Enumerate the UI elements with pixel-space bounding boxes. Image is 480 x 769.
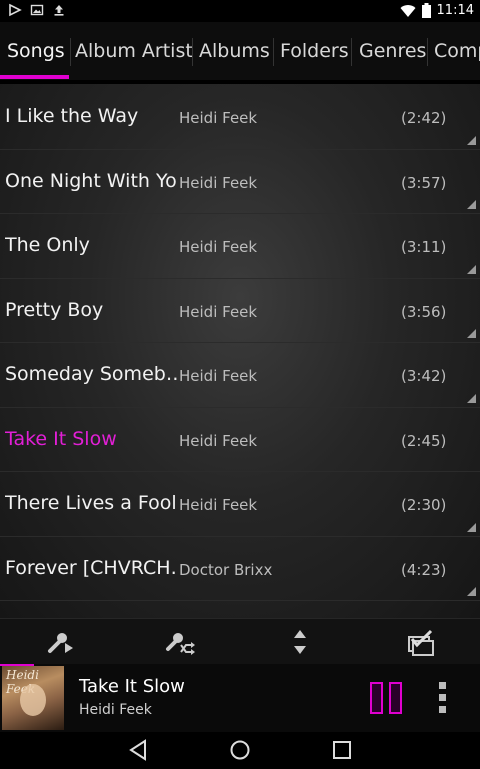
song-row-now-playing[interactable]: Take It Slow Heidi Feek (2:45) (0, 408, 480, 472)
clock: 11:14 (436, 3, 474, 18)
album-art[interactable]: Heidi Feek (2, 666, 64, 730)
song-duration: (3:11) (401, 238, 447, 256)
song-artist: Heidi Feek (179, 367, 258, 385)
song-title: Forever [CHVRCH… (5, 556, 177, 579)
song-row[interactable]: The Only Heidi Feek (3:11) (0, 214, 480, 279)
song-artist: Heidi Feek (179, 496, 258, 514)
song-title: I Like the Way (5, 105, 139, 127)
image-icon (30, 4, 44, 16)
battery-icon (421, 3, 431, 18)
home-icon[interactable] (228, 738, 252, 762)
library-tabs: Songs Album Artist Albums Folders Genres… (0, 22, 480, 80)
tab-album-artist[interactable]: Album Artist (69, 22, 199, 80)
overflow-dot-icon (439, 694, 446, 701)
status-bar: 11:14 (0, 0, 480, 22)
select-all-icon[interactable] (404, 627, 436, 657)
song-title: Take It Slow (5, 427, 117, 450)
tab-composers[interactable]: Comp (428, 22, 480, 80)
row-menu-corner-icon[interactable] (467, 135, 476, 145)
song-row[interactable]: There Lives a Fool Heidi Feek (2:30) (0, 472, 480, 537)
playback-progress (0, 664, 34, 666)
song-artist: Heidi Feek (179, 431, 258, 450)
overflow-menu-button[interactable] (436, 680, 450, 716)
row-menu-corner-icon[interactable] (467, 393, 476, 403)
row-menu-corner-icon[interactable] (467, 522, 476, 532)
row-menu-corner-icon[interactable] (467, 264, 476, 274)
now-playing-artist: Heidi Feek (79, 702, 152, 718)
song-duration: (2:45) (401, 431, 447, 450)
row-menu-corner-icon[interactable] (467, 200, 476, 209)
song-title: Pretty Boy (5, 298, 104, 321)
song-row[interactable]: Someday Someb… Heidi Feek (3:42) (0, 343, 480, 408)
overflow-dot-icon (439, 706, 446, 713)
pause-icon (370, 682, 383, 714)
tab-divider (351, 38, 352, 66)
song-row[interactable]: I Like the Way Heidi Feek (2:42) (0, 85, 480, 150)
now-playing-bar[interactable]: Heidi Feek Take It Slow Heidi Feek (0, 664, 480, 732)
upload-icon (54, 5, 64, 16)
song-title: Someday Someb… (5, 363, 177, 385)
now-playing-title: Take It Slow (79, 676, 185, 697)
song-title: One Night With You (5, 169, 177, 192)
song-artist: Heidi Feek (179, 173, 258, 192)
pause-button[interactable] (370, 682, 404, 714)
tab-folders[interactable]: Folders (274, 22, 355, 80)
row-menu-corner-icon[interactable] (467, 587, 476, 596)
song-duration: (3:57) (401, 173, 447, 192)
overflow-dot-icon (439, 682, 446, 689)
song-duration: (2:30) (401, 496, 447, 514)
song-row[interactable]: Forever [CHVRCH… Doctor Brixx (4:23) (0, 537, 480, 601)
play-artist-icon[interactable] (44, 627, 76, 657)
back-icon[interactable] (126, 738, 150, 762)
system-nav-bar (0, 732, 480, 769)
song-artist: Heidi Feek (179, 109, 258, 127)
shuffle-artist-icon[interactable] (164, 627, 196, 657)
tab-songs[interactable]: Songs (1, 22, 71, 80)
active-tab-indicator (0, 75, 69, 79)
sort-icon[interactable] (284, 627, 316, 657)
tab-albums[interactable]: Albums (193, 22, 276, 80)
song-row[interactable]: One Night With You Heidi Feek (3:57) (0, 150, 480, 214)
song-row[interactable]: Pretty Boy Heidi Feek (3:56) (0, 279, 480, 343)
song-duration: (3:42) (401, 367, 447, 385)
list-toolbar (0, 618, 480, 664)
tab-genres[interactable]: Genres (353, 22, 432, 80)
wifi-icon (400, 4, 416, 17)
song-artist: Heidi Feek (179, 238, 258, 256)
song-duration: (4:23) (401, 560, 447, 579)
pause-icon (389, 682, 402, 714)
album-art-portrait (20, 684, 46, 716)
song-duration: (2:42) (401, 109, 447, 127)
row-menu-corner-icon[interactable] (467, 329, 476, 338)
song-title: There Lives a Fool (5, 492, 177, 514)
song-list[interactable]: I Like the Way Heidi Feek (2:42) One Nig… (0, 84, 480, 618)
song-title: The Only (5, 234, 90, 256)
song-artist: Heidi Feek (179, 302, 258, 321)
song-artist: Doctor Brixx (179, 560, 273, 579)
song-duration: (3:56) (401, 302, 447, 321)
play-store-icon (9, 3, 22, 17)
recents-icon[interactable] (330, 738, 354, 762)
